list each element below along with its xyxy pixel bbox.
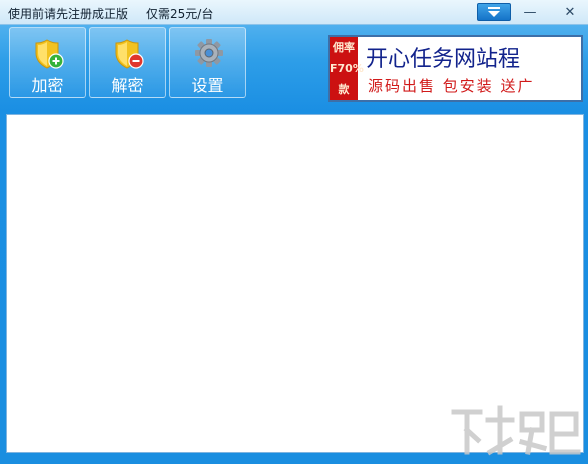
- app-window: 使用前请先注册成正版 仅需25元/台 — ✕ 加密 解密 设置 佣率 F70% …: [0, 0, 588, 464]
- shield-plus-icon: [35, 39, 64, 69]
- ad-headline: 开心任务网站程: [366, 47, 521, 72]
- minimize-icon: —: [523, 4, 537, 20]
- ad-side-tag: 佣率 F70% 款: [330, 37, 364, 100]
- ad-side-text-3: 款: [338, 83, 350, 96]
- close-icon: ✕: [564, 4, 576, 20]
- shield-minus-icon: [115, 39, 144, 69]
- ad-side-text-1: 佣率: [333, 41, 355, 54]
- encrypt-label: 加密: [31, 76, 64, 95]
- settings-label: 设置: [191, 76, 224, 95]
- dropdown-menu-icon: [488, 7, 500, 17]
- settings-button[interactable]: 设置: [169, 27, 246, 98]
- ad-side-text-2: F70%: [330, 62, 364, 75]
- dropdown-menu-button[interactable]: [477, 3, 511, 21]
- gear-icon: [195, 39, 223, 67]
- decrypt-button[interactable]: 解密: [89, 27, 166, 98]
- decrypt-label: 解密: [111, 76, 144, 95]
- minimize-button[interactable]: —: [520, 3, 540, 21]
- download-site-watermark-logo: [451, 405, 581, 456]
- title-bar: 使用前请先注册成正版 仅需25元/台 — ✕: [0, 0, 588, 25]
- ad-banner[interactable]: 佣率 F70% 款 开心任务网站程 源码出售 包安装 送广: [328, 35, 583, 102]
- price-note: 仅需25元/台: [146, 7, 214, 21]
- close-button[interactable]: ✕: [560, 3, 580, 21]
- ad-tagline: 源码出售 包安装 送广: [368, 77, 535, 95]
- encrypt-button[interactable]: 加密: [9, 27, 86, 98]
- window-title: 使用前请先注册成正版: [8, 7, 129, 21]
